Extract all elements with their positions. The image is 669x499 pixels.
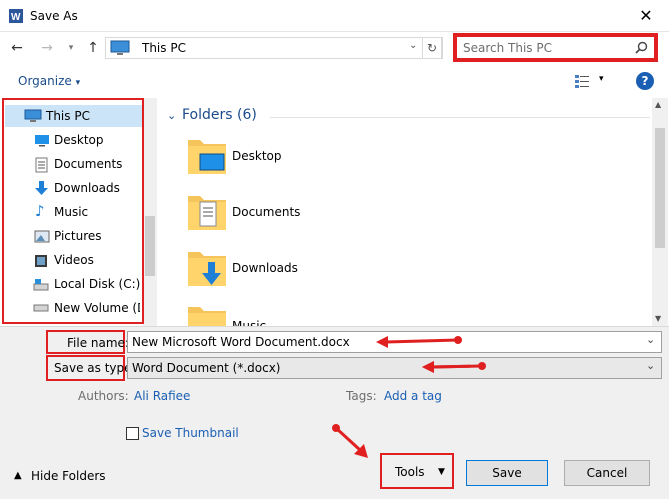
authors-label: Authors: bbox=[78, 389, 129, 403]
view-dropdown-icon[interactable]: ▾ bbox=[599, 74, 604, 84]
computer-icon bbox=[110, 40, 130, 55]
organize-label: Organize bbox=[18, 74, 72, 88]
up-arrow-icon[interactable]: ↑ bbox=[84, 39, 102, 57]
help-icon[interactable]: ? bbox=[636, 72, 654, 90]
organize-menu[interactable]: Organize ▾ bbox=[18, 74, 80, 88]
main-scrollbar-thumb[interactable] bbox=[655, 128, 665, 248]
save-type-value: Word Document (*.docx) bbox=[132, 361, 281, 375]
folder-music[interactable]: Music bbox=[232, 317, 266, 326]
forward-arrow-icon[interactable]: → bbox=[38, 39, 56, 57]
refresh-icon[interactable]: ↻ bbox=[422, 37, 442, 59]
section-title: Folders (6) bbox=[182, 107, 257, 123]
svg-text:W: W bbox=[11, 12, 21, 23]
chevron-up-icon[interactable]: ▲ bbox=[14, 470, 22, 481]
folder-desktop[interactable]: Desktop bbox=[232, 149, 282, 163]
save-thumbnail-label[interactable]: Save Thumbnail bbox=[142, 426, 239, 440]
back-arrow-icon[interactable]: ← bbox=[8, 39, 26, 57]
word-icon: W bbox=[9, 9, 23, 23]
main-scrollbar[interactable]: ▲ ▼ bbox=[652, 98, 668, 326]
nav-scrollbar-thumb[interactable] bbox=[145, 216, 155, 276]
file-name-label: File name: bbox=[67, 336, 129, 350]
save-thumbnail-checkbox[interactable] bbox=[126, 427, 139, 440]
tags-label: Tags: bbox=[346, 389, 377, 403]
close-icon[interactable]: ✕ bbox=[636, 6, 656, 26]
hide-folders-button[interactable]: Hide Folders bbox=[31, 469, 106, 483]
tools-dropdown-icon[interactable]: ▼ bbox=[438, 459, 445, 485]
address-text: This PC bbox=[142, 41, 186, 55]
save-type-dropdown-icon[interactable]: ⌄ bbox=[646, 359, 655, 372]
tools-button[interactable]: Tools ▼ bbox=[386, 459, 448, 485]
folder-documents[interactable]: Documents bbox=[232, 205, 300, 219]
section-divider bbox=[270, 117, 650, 118]
nav-scrollbar[interactable] bbox=[143, 98, 157, 326]
annotation-arrow-save-type bbox=[422, 361, 486, 373]
file-name-dropdown-icon[interactable]: ⌄ bbox=[646, 333, 655, 346]
scroll-down-icon[interactable]: ▼ bbox=[655, 314, 661, 323]
annotation-box-navigation bbox=[2, 98, 144, 324]
window-title: Save As bbox=[30, 9, 78, 23]
music-folder-icon bbox=[186, 303, 228, 326]
address-dropdown-icon[interactable]: ⌄ bbox=[409, 40, 417, 51]
cancel-button[interactable]: Cancel bbox=[564, 460, 650, 486]
desktop-folder-icon bbox=[188, 140, 226, 174]
documents-folder-icon bbox=[188, 196, 226, 230]
view-options-icon[interactable] bbox=[574, 73, 590, 89]
scroll-up-icon[interactable]: ▲ bbox=[655, 100, 661, 109]
save-type-label: Save as type: bbox=[54, 361, 136, 375]
tags-value[interactable]: Add a tag bbox=[384, 389, 442, 403]
file-name-value: New Microsoft Word Document.docx bbox=[132, 335, 350, 349]
section-chevron-icon[interactable]: ⌄ bbox=[167, 109, 176, 122]
folder-downloads[interactable]: Downloads bbox=[232, 261, 298, 275]
title-bar bbox=[0, 0, 669, 32]
annotation-arrow-tools bbox=[332, 424, 368, 458]
annotation-box-search bbox=[453, 33, 658, 62]
authors-value[interactable]: Ali Rafiee bbox=[134, 389, 190, 403]
recent-locations-icon[interactable]: ▾ bbox=[62, 39, 80, 57]
address-bar[interactable]: This PC ⌄ bbox=[105, 37, 443, 59]
downloads-folder-icon bbox=[188, 252, 226, 286]
tools-label: Tools bbox=[395, 465, 425, 479]
save-button[interactable]: Save bbox=[466, 460, 548, 486]
